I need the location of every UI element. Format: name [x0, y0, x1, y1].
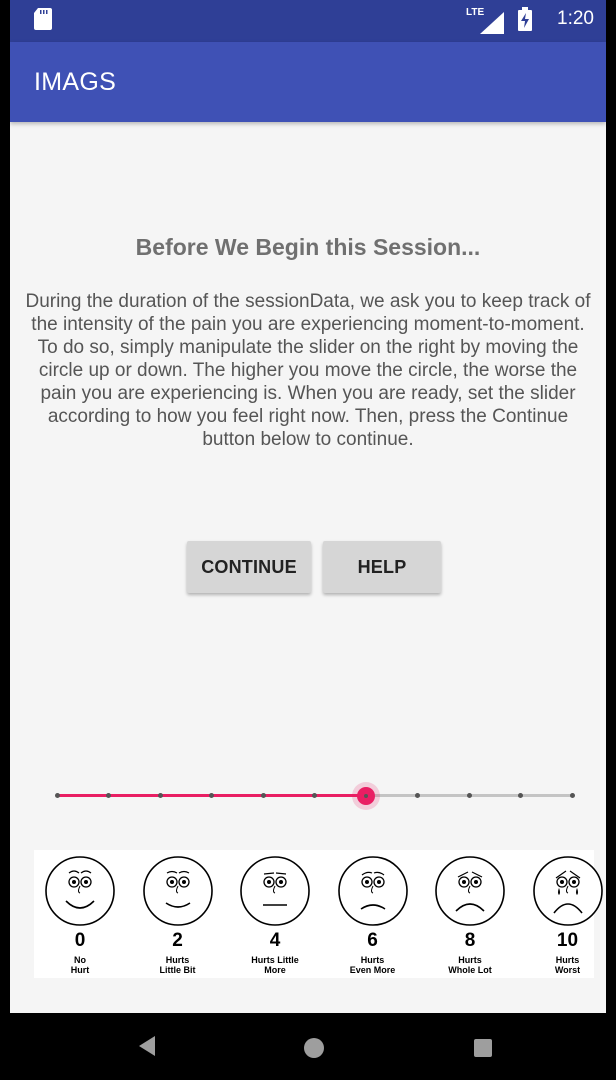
pain-face-item: 2 Hurts Little Bit: [132, 850, 224, 978]
sd-card-icon: [34, 8, 52, 30]
pain-face-icon: [142, 856, 213, 926]
pain-face-label: Hurts Whole Lot: [448, 955, 492, 975]
slider-tick: [54, 793, 60, 798]
pain-face-label: Hurts Little More: [251, 955, 299, 975]
pain-face-number: 6: [367, 930, 378, 951]
back-icon[interactable]: [138, 1035, 156, 1057]
phone-screen: LTE 1:20 IMAGS Before We Begin this Sess…: [10, 0, 606, 1080]
pain-face-icon: [532, 856, 603, 926]
pain-face-number: 2: [172, 930, 183, 951]
status-bar: LTE 1:20: [10, 0, 606, 42]
slider-tick: [106, 793, 111, 798]
navigation-bar: [10, 1013, 606, 1080]
pain-face-icon: [435, 856, 505, 926]
page-heading: Before We Begin this Session...: [135, 234, 481, 260]
slider-tick: [466, 793, 472, 798]
slider-tick: [569, 793, 575, 798]
battery-charging-icon: [518, 7, 532, 31]
pain-face-label: No Hurt: [70, 955, 90, 975]
pain-face-icon: [240, 856, 310, 926]
help-button[interactable]: HELP: [323, 541, 441, 593]
slider-thumb[interactable]: [357, 787, 375, 805]
continue-button[interactable]: CONTINUE: [187, 541, 311, 593]
pain-face-item: 0 No Hurt: [34, 850, 126, 978]
pain-face-item: 4 Hurts Little More: [229, 850, 321, 978]
instructions-text: During the duration of the sessionData, …: [25, 291, 591, 450]
slider-tick: [157, 793, 163, 798]
lte-signal-icon: LTE: [466, 7, 506, 34]
pain-face-item: 6 Hurts Even More: [327, 850, 419, 978]
pain-face-icon: [45, 856, 115, 926]
slider-tick: [415, 793, 420, 798]
pain-slider[interactable]: [50, 782, 580, 810]
pain-face-number: 10: [556, 930, 579, 951]
slider-tick: [518, 793, 523, 798]
pain-face-item: 8 Hurts Whole Lot: [424, 850, 516, 978]
pain-face-icon: [337, 856, 408, 926]
slider-tick: [209, 793, 214, 798]
pain-face-label: Hurts Even More: [349, 955, 396, 975]
recents-icon[interactable]: [474, 1039, 492, 1057]
home-icon[interactable]: [304, 1038, 324, 1058]
pain-face-scale: 0 No Hurt 2 Hurts Little Bit 4 Hurts Little More…: [34, 850, 603, 978]
status-clock: 1:20: [557, 8, 594, 29]
pain-face-item: 10 Hurts Worst: [522, 850, 614, 978]
slider-tick: [312, 793, 317, 798]
app-title: IMAGS: [34, 68, 117, 96]
pain-face-number: 0: [74, 930, 86, 951]
pain-face-number: 8: [464, 930, 476, 951]
slider-tick: [260, 793, 266, 798]
pain-face-number: 4: [269, 930, 281, 951]
pain-face-label: Hurts Little Bit: [159, 955, 196, 975]
pain-face-label: Hurts Worst: [554, 955, 581, 975]
app-bar: IMAGS: [10, 42, 606, 122]
